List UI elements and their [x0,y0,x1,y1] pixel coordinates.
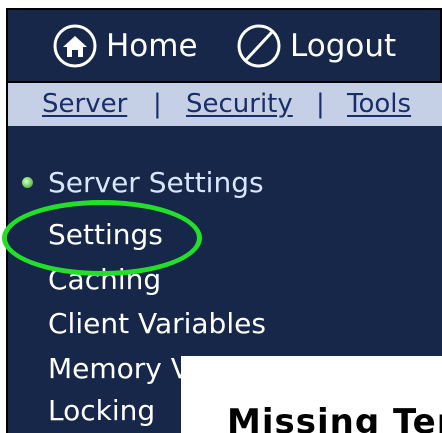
menu-item-settings[interactable]: Settings [48,218,163,251]
menu-item-client-variables[interactable]: Client Variables [48,307,266,340]
logout-label: Logout [290,28,397,64]
overlay-panel: Missing Ter [181,356,442,433]
menu-item-locking[interactable]: Locking [48,394,155,427]
home-label: Home [106,28,198,64]
admin-window: Home Logout Server | Security | Tools Se… [0,0,442,433]
top-header: Home Logout [6,8,442,83]
bullet-icon [22,177,33,188]
nav-tools-link[interactable]: Tools [347,89,411,119]
nav-separator: | [316,89,325,119]
home-icon [52,23,98,69]
nav-security-link[interactable]: Security [186,89,293,119]
logout-icon [236,23,282,69]
home-link[interactable]: Home [52,21,198,71]
logout-link[interactable]: Logout [236,21,396,71]
nav-bar: Server | Security | Tools [6,83,442,130]
nav-server-link[interactable]: Server [42,89,127,119]
menu-heading[interactable]: Server Settings [48,166,264,199]
nav-separator: | [153,89,162,119]
menu-item-caching[interactable]: Caching [48,263,161,296]
overlay-title: Missing Ter [227,402,442,433]
